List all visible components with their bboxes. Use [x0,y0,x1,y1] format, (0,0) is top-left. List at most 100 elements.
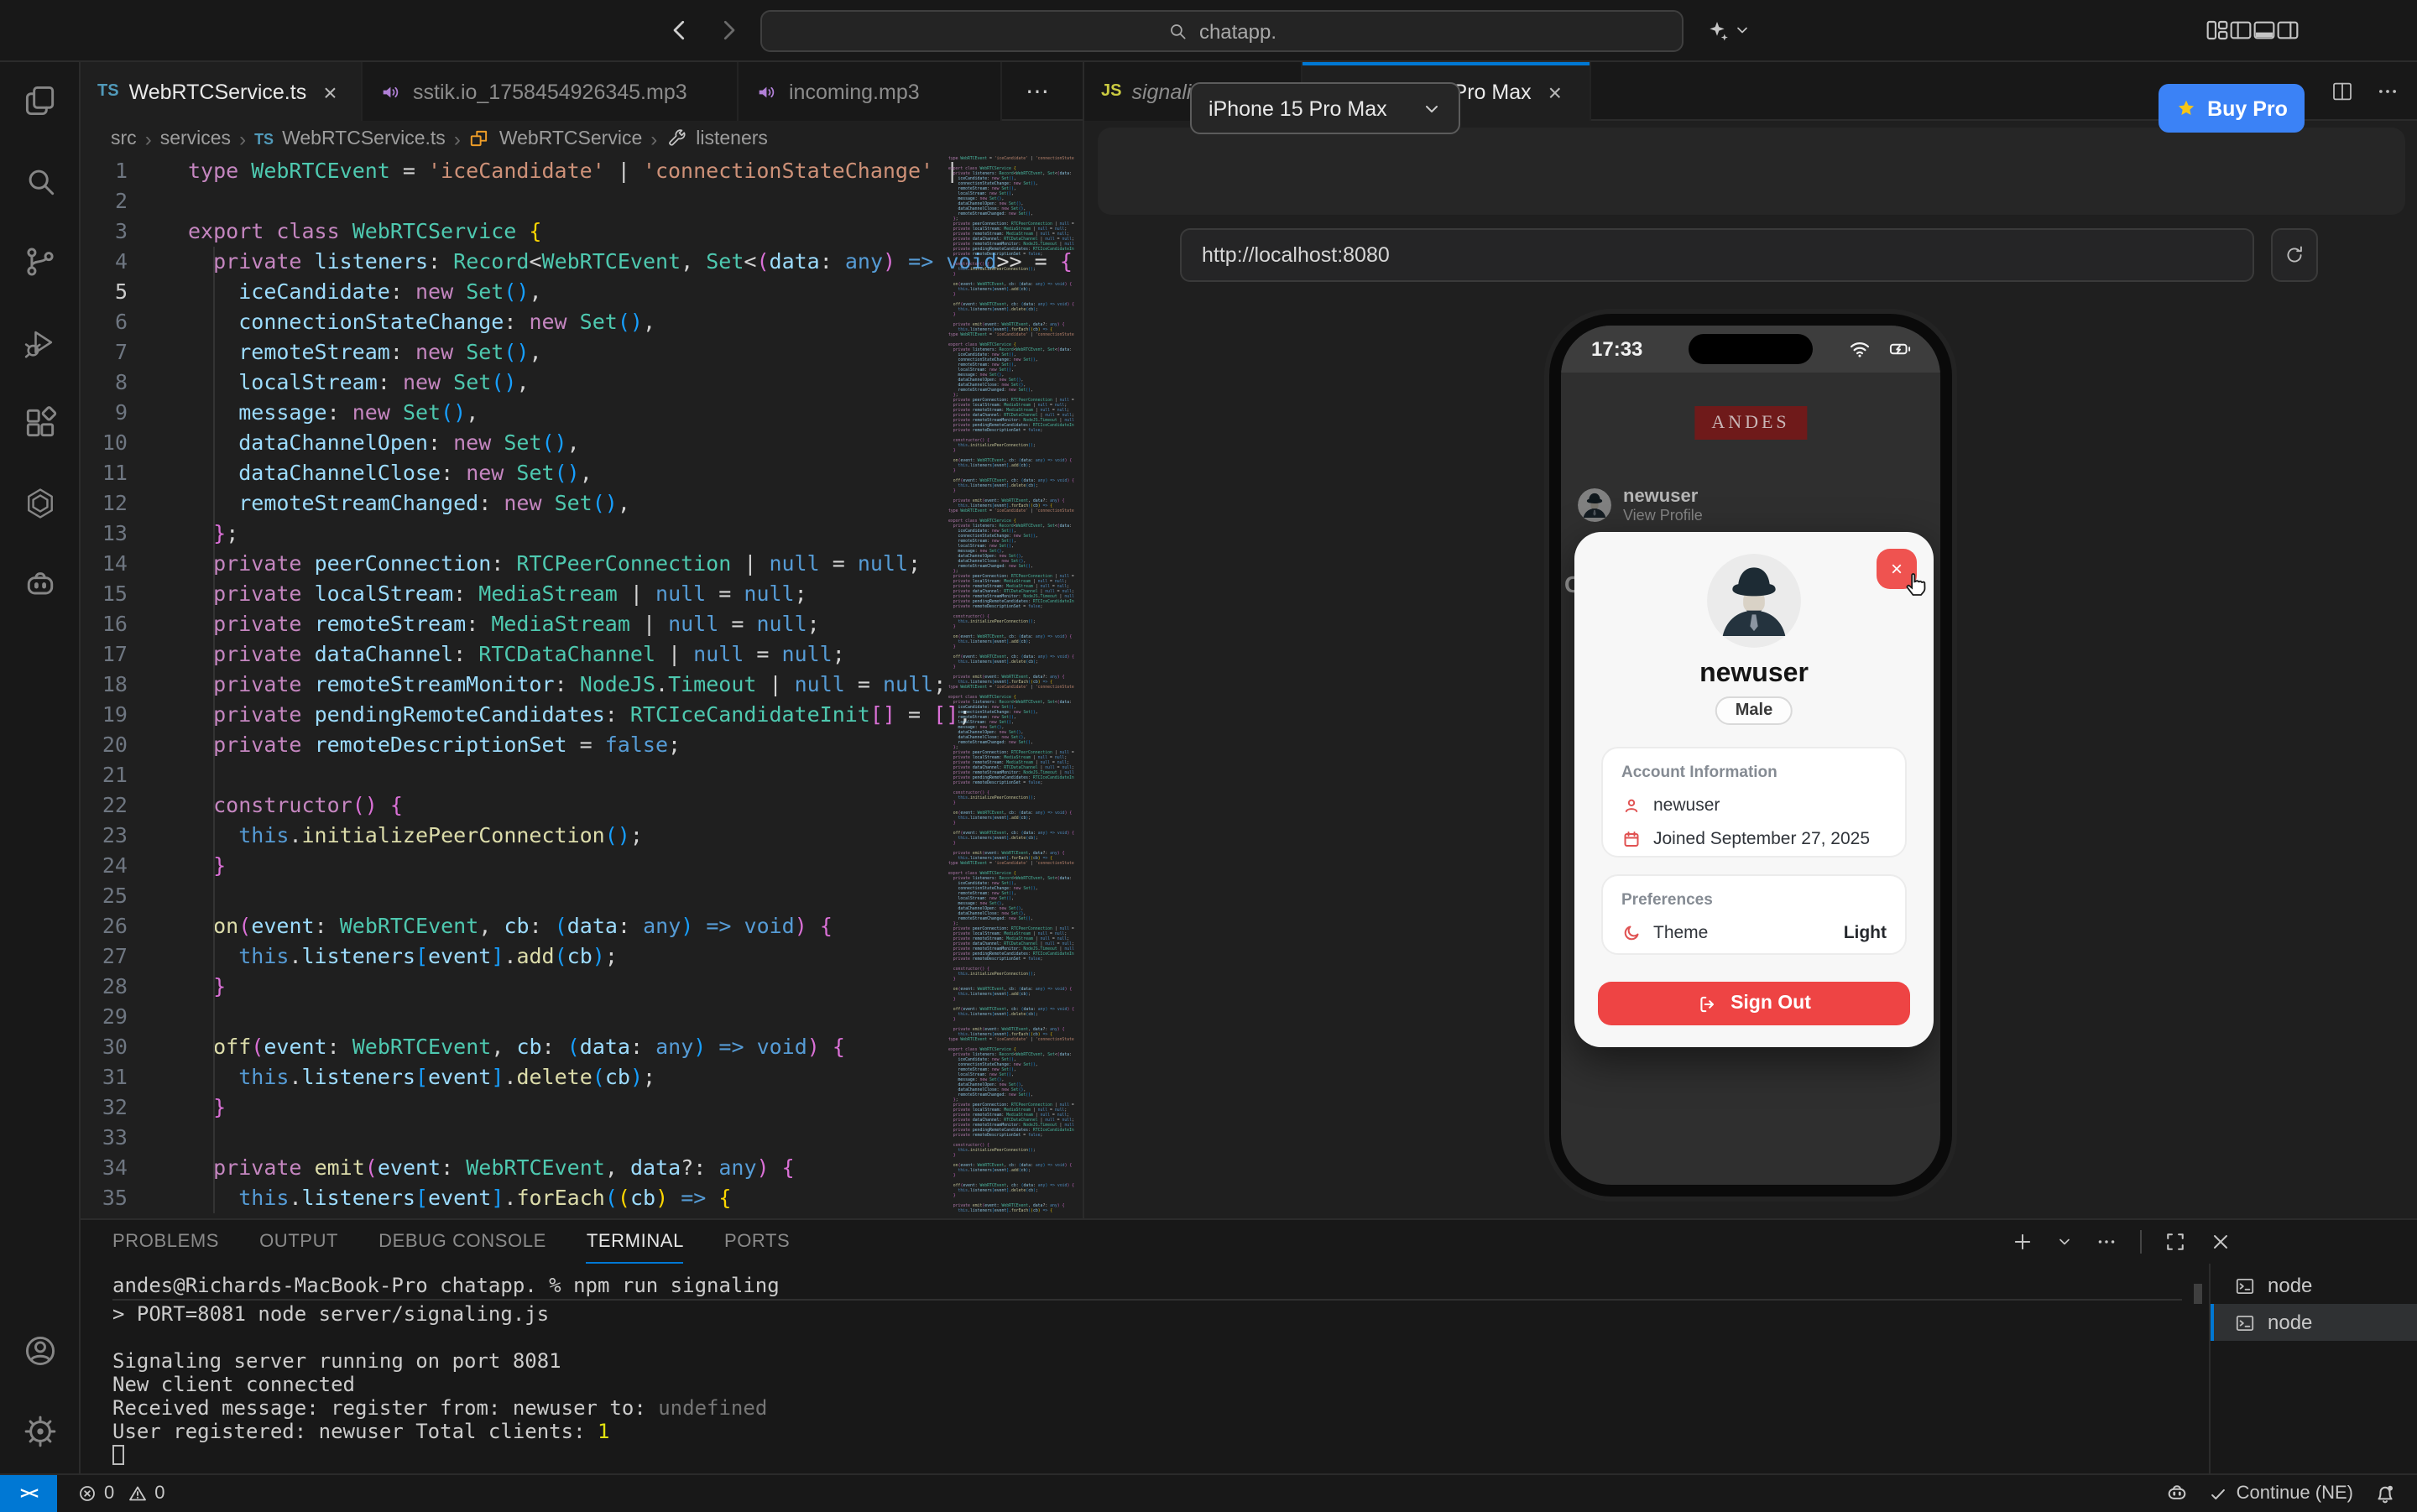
code-line[interactable]: 2 [81,186,1083,216]
back-icon[interactable] [665,15,695,45]
minimap[interactable]: type WebRTCEvent = 'iceCandidate' | 'con… [948,156,1074,1218]
profile-name: newuser [1574,660,1934,690]
tab-terminal[interactable]: TERMINAL [587,1220,684,1264]
terminal-list-item[interactable]: node [2211,1304,2417,1341]
source-control-icon[interactable] [22,243,59,280]
code-line[interactable]: 26 on(event: WebRTCEvent, cb: (data: any… [81,911,1083,941]
problems-status[interactable]: 0 0 [77,1475,165,1512]
terminal-line: User registered: newuser Total clients: … [112,1420,2182,1443]
terminal-list-item[interactable]: node [2211,1267,2417,1304]
search-icon [1167,20,1189,42]
terminal-icon [2234,1275,2256,1296]
code-line[interactable]: 35 this.listeners[event].forEach((cb) =>… [81,1183,1083,1213]
tab-output[interactable]: OUTPUT [259,1220,338,1264]
wifi-icon [1846,337,1873,361]
run-debug-icon[interactable] [22,324,59,361]
tab-incoming-mp3[interactable]: incoming.mp3 [739,62,1002,121]
command-center-search[interactable]: chatapp. [760,10,1684,52]
more-tabs-button[interactable]: ⋯ [1002,62,1073,119]
code-line[interactable]: 24 } [81,851,1083,881]
code-line[interactable]: 15 private localStream: MediaStream | nu… [81,579,1083,609]
tab-debug-console[interactable]: DEBUG CONSOLE [378,1220,546,1264]
breadcrumb-file[interactable]: WebRTCService.ts [282,128,446,149]
profile-row[interactable]: newuser View Profile [1578,487,1703,524]
code-line[interactable]: 4 private listeners: Record<WebRTCEvent,… [81,247,1083,277]
remote-indicator[interactable]: >< [0,1475,57,1512]
chevron-down-icon[interactable] [1734,22,1751,39]
code-line[interactable]: 3export class WebRTCService { [81,216,1083,247]
code-line[interactable]: 13 }; [81,519,1083,549]
settings-gear-icon[interactable] [22,1413,59,1450]
code-line[interactable]: 12 remoteStreamChanged: new Set(), [81,488,1083,519]
tab-webrtcservice[interactable]: TS WebRTCService.ts × [81,62,363,121]
code-line[interactable]: 9 message: new Set(), [81,398,1083,428]
terminal-scrollbar[interactable] [2194,1284,2202,1304]
forward-icon[interactable] [713,15,744,45]
reload-icon [2283,243,2306,267]
code-line[interactable]: 31 this.listeners[event].delete(cb); [81,1062,1083,1092]
code-line[interactable]: 29 [81,1002,1083,1032]
code-editor[interactable]: 1type WebRTCEvent = 'iceCandidate' | 'co… [81,156,1083,1218]
code-line[interactable]: 8 localStream: new Set(), [81,368,1083,398]
code-line[interactable]: 7 remoteStream: new Set(), [81,337,1083,368]
activity-bar [0,62,81,1473]
theme-row[interactable]: Theme Light [1621,923,1887,943]
search-sidebar-icon[interactable] [22,163,59,200]
close-icon[interactable]: × [323,78,337,105]
sign-out-button[interactable]: Sign Out [1598,982,1910,1025]
explorer-icon[interactable] [22,82,59,119]
tab-sstik-mp3[interactable]: sstik.io_1758454926345.mp3 [363,62,739,121]
split-editor-icon[interactable] [2330,79,2355,104]
new-terminal-icon[interactable] [2011,1230,2034,1254]
code-line[interactable]: 27 this.listeners[event].add(cb); [81,941,1083,972]
code-line[interactable]: 18 private remoteStreamMonitor: NodeJS.T… [81,670,1083,700]
terminal-output[interactable]: andes@Richards-MacBook-Pro chatapp. % np… [112,1274,2182,1467]
code-line[interactable]: 16 private remoteStream: MediaStream | n… [81,609,1083,639]
code-line[interactable]: 30 off(event: WebRTCEvent, cb: (data: an… [81,1032,1083,1062]
code-line[interactable]: 33 [81,1123,1083,1153]
bell-icon[interactable] [2373,1482,2397,1505]
simulator-extension-icon[interactable] [22,566,59,602]
url-input[interactable]: http://localhost:8080 [1180,228,2254,282]
more-actions-icon[interactable] [2375,79,2400,104]
device-select[interactable]: iPhone 15 Pro Max [1190,82,1460,134]
toggle-secondary-sidebar-icon[interactable] [2274,17,2301,44]
breadcrumb-services[interactable]: services [160,128,231,149]
code-line[interactable]: 6 connectionStateChange: new Set(), [81,307,1083,337]
code-line[interactable]: 22 constructor() { [81,790,1083,821]
code-line[interactable]: 23 this.initializePeerConnection(); [81,821,1083,851]
code-line[interactable]: 20 private remoteDescriptionSet = false; [81,730,1083,760]
copilot-icon[interactable] [2166,1482,2190,1505]
code-line[interactable]: 34 private emit(event: WebRTCEvent, data… [81,1153,1083,1183]
copilot-sparkle-icon[interactable] [1704,17,1731,44]
breadcrumb-class[interactable]: WebRTCService [499,128,642,149]
code-line[interactable]: 17 private dataChannel: RTCDataChannel |… [81,639,1083,670]
code-line[interactable]: 25 [81,881,1083,911]
view-profile-link[interactable]: View Profile [1623,507,1703,524]
chevron-down-icon[interactable] [2056,1233,2073,1250]
code-line[interactable]: 1type WebRTCEvent = 'iceCandidate' | 'co… [81,156,1083,186]
more-actions-icon[interactable] [2095,1230,2118,1254]
tab-problems[interactable]: PROBLEMS [112,1220,219,1264]
code-line[interactable]: 21 [81,760,1083,790]
continue-status-item[interactable]: Continue (NE) [2210,1483,2353,1504]
breadcrumb-src[interactable]: src [111,128,137,149]
maximize-panel-icon[interactable] [2164,1230,2187,1254]
close-panel-icon[interactable] [2209,1230,2232,1254]
tab-ports[interactable]: PORTS [724,1220,790,1264]
extensions-icon[interactable] [22,404,59,441]
code-line[interactable]: 11 dataChannelClose: new Set(), [81,458,1083,488]
code-line[interactable]: 28 } [81,972,1083,1002]
breadcrumb-symbol[interactable]: listeners [696,128,768,149]
reload-button[interactable] [2271,228,2318,282]
hex-extension-icon[interactable] [22,485,59,522]
code-line[interactable]: 19 private pendingRemoteCandidates: RTCI… [81,700,1083,730]
star-icon [2175,97,2197,119]
accounts-icon[interactable] [22,1332,59,1369]
code-line[interactable]: 5 iceCandidate: new Set(), [81,277,1083,307]
close-icon[interactable]: × [1548,78,1562,105]
code-line[interactable]: 14 private peerConnection: RTCPeerConnec… [81,549,1083,579]
code-line[interactable]: 32 } [81,1092,1083,1123]
buy-pro-button[interactable]: Buy Pro [2159,84,2305,133]
code-line[interactable]: 10 dataChannelOpen: new Set(), [81,428,1083,458]
